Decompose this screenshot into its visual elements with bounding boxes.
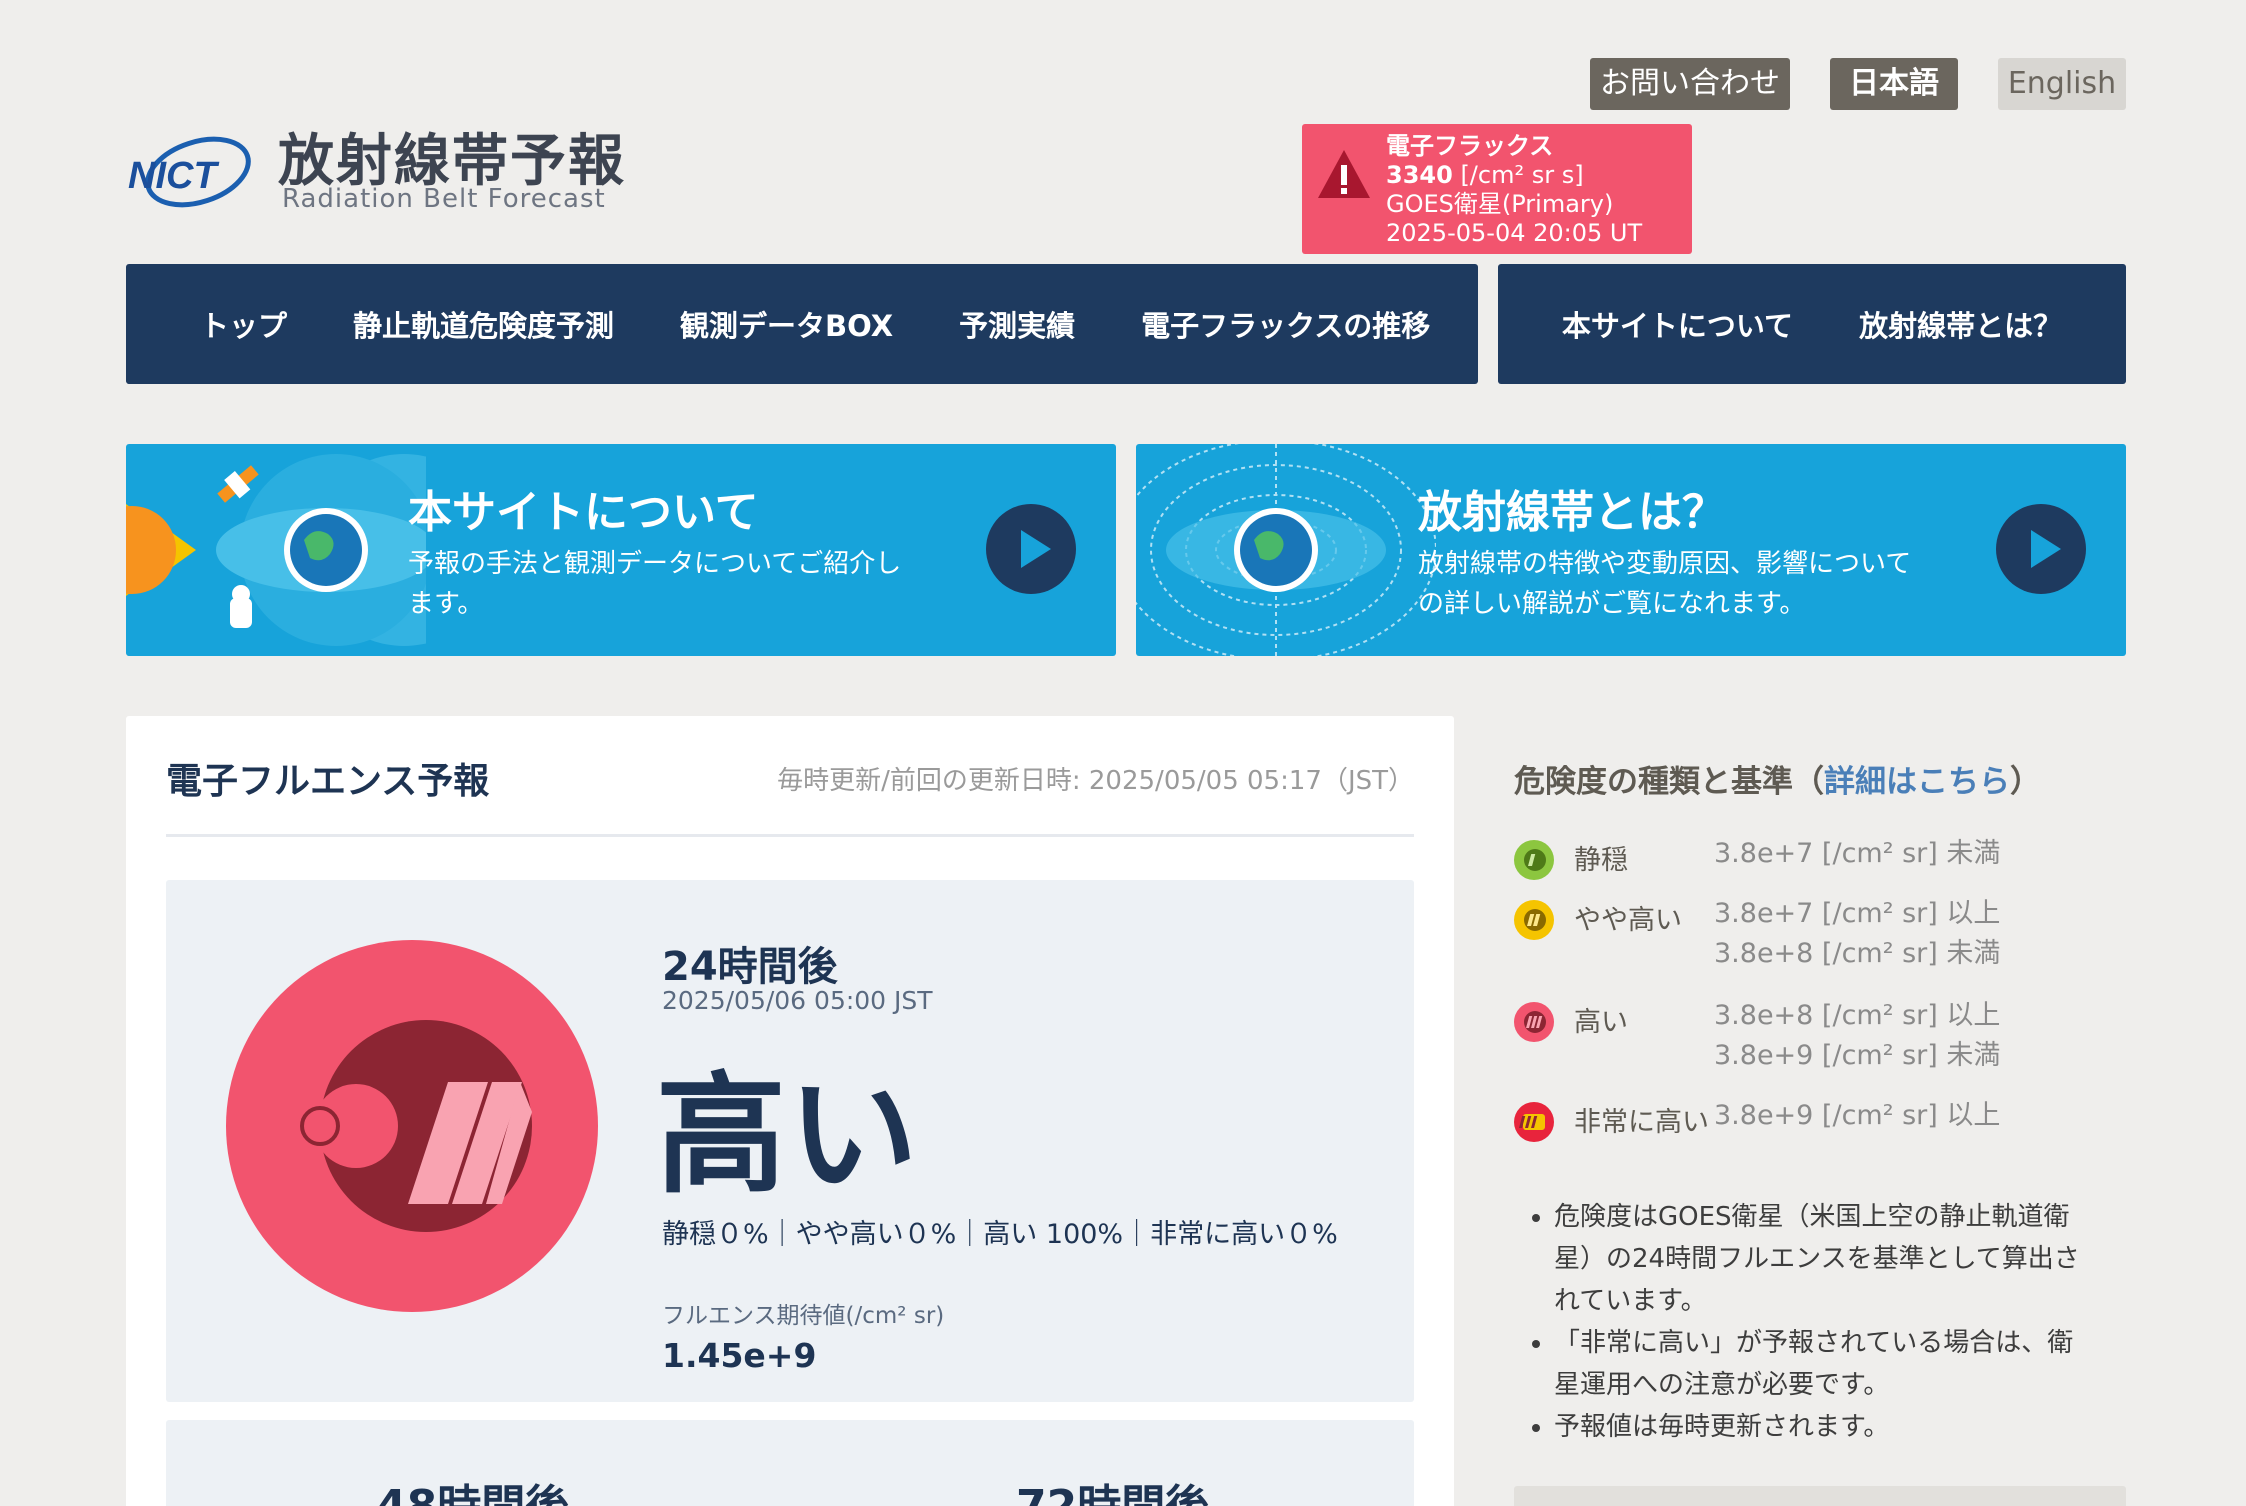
level-name: 静穏 [1574, 845, 1628, 876]
contact-button[interactable]: お問い合わせ [1590, 58, 1790, 110]
divider [166, 834, 1414, 837]
banner-title: 本サイトについて [408, 487, 759, 538]
note-item: 「非常に高い」が予報されている場合は、衛星運用への注意が必要です。 [1554, 1322, 2088, 1406]
legend-title: 危険度の種類と基準（詳細はこちら） [1514, 764, 2041, 800]
alert-unit: [/cm² sr s] [1460, 161, 1584, 189]
level-criteria: 3.8e+9 [/cm² sr] 以上 [1714, 1100, 2001, 1131]
nav-item-results[interactable]: 予測実績 [959, 303, 1075, 345]
lang-ja-button[interactable]: 日本語 [1830, 58, 1958, 110]
nav-item-about[interactable]: 本サイトについて [1562, 303, 1793, 345]
forecast-probabilities: 静穏０%｜やや高い０%｜高い 100%｜非常に高い０% [662, 1219, 1338, 1250]
about-banner[interactable]: 本サイトについて 予報の手法と観測データについてご紹介します。 [126, 444, 1116, 656]
forecast-heading: 24時間後 [662, 944, 838, 990]
level-name: やや高い [1574, 905, 1682, 936]
nav-item-geo-risk[interactable]: 静止軌道危険度予測 [353, 303, 614, 345]
nav-item-data-box[interactable]: 観測データBOX [680, 303, 893, 345]
nict-logo-icon: NICT [128, 136, 251, 208]
note-item: 危険度はGOES衛星（米国上空の静止軌道衛星）の24時間フルエンスを基準として算… [1554, 1196, 2088, 1322]
sun-earth-illustration [126, 454, 426, 646]
magnetosphere-illustration [1136, 444, 1436, 656]
level-criteria: 3.8e+7 [/cm² sr] 以上 3.8e+8 [/cm² sr] 未満 [1714, 898, 2001, 969]
alert-value: 3340 [1386, 161, 1453, 189]
forecast-date: 2025/05/06 05:00 JST [662, 986, 933, 1015]
expected-fluence-label: フルエンス期待値(/cm² sr) [662, 1303, 945, 1329]
level-slightly-high-icon [1514, 900, 1554, 940]
nav-item-what-is[interactable]: 放射線帯とは？ [1859, 303, 2062, 345]
level-criteria: 3.8e+8 [/cm² sr] 以上 3.8e+9 [/cm² sr] 未満 [1714, 1000, 2001, 1071]
note-item: 予報値は毎時更新されます。 [1554, 1406, 2088, 1448]
level-criteria: 3.8e+7 [/cm² sr] 未満 [1714, 838, 2001, 869]
update-time: 毎時更新/前回の更新日時: 2025/05/05 05:17（JST） [777, 766, 1414, 796]
panel-title: 電子フルエンス予報 [166, 761, 490, 802]
level-name: 非常に高い [1574, 1107, 1709, 1138]
details-link[interactable]: 詳細はこちら [1824, 764, 2010, 800]
level-high-icon [1514, 1002, 1554, 1042]
alert-source: GOES衛星(Primary) [1386, 190, 1614, 218]
level-very-high-icon [1514, 1102, 1554, 1142]
forecast-heading-48h: 48時間後 [376, 1470, 569, 1506]
svg-text:NICT: NICT [128, 155, 219, 197]
play-icon[interactable] [1996, 504, 2086, 594]
banner-description: 放射線帯の特徴や変動原因、影響についての詳しい解説がご覧になれます。 [1418, 549, 1912, 619]
banner-title: 放射線帯とは？ [1418, 487, 1726, 538]
forecast-card-24h: 24時間後 2025/05/06 05:00 JST 高い 静穏０%｜やや高い０… [166, 880, 1414, 1402]
nav-item-flux-trend[interactable]: 電子フラックスの推移 [1141, 303, 1430, 345]
warning-icon [1318, 150, 1370, 198]
lang-en-button[interactable]: English [1998, 58, 2126, 110]
banner-description: 予報の手法と観測データについてご紹介します。 [408, 549, 902, 619]
nav-item-top[interactable]: トップ [200, 303, 287, 345]
alert-time: 2025-05-04 20:05 UT [1386, 219, 1643, 247]
forecast-heading-72h: 72時間後 [1016, 1470, 1209, 1506]
what-is-banner[interactable]: 放射線帯とは？ 放射線帯の特徴や変動原因、影響についての詳しい解説がご覧になれま… [1136, 444, 2126, 656]
forecast-card-48-72h: 48時間後 72時間後 [166, 1420, 1414, 1506]
forecast-panel: 電子フルエンス予報 毎時更新/前回の更新日時: 2025/05/05 05:17… [126, 716, 1454, 1506]
forecast-level: 高い [656, 1059, 921, 1211]
play-icon[interactable] [986, 504, 1076, 594]
secondary-nav: 本サイトについて 放射線帯とは？ [1498, 264, 2126, 384]
expected-fluence-value: 1.45e+9 [662, 1336, 817, 1375]
main-nav: トップ 静止軌道危険度予測 観測データBOX 予測実績 電子フラックスの推移 [126, 264, 1478, 384]
level-high-icon [226, 940, 598, 1312]
alert-title: 電子フラックス [1386, 132, 1554, 160]
flux-alert[interactable]: 電子フラックス 3340 [/cm² sr s] GOES衛星(Primary)… [1302, 124, 1692, 254]
site-logo[interactable]: NICT 放射線帯予報 Radiation Belt Forecast [126, 116, 624, 226]
level-calm-icon [1514, 840, 1554, 880]
logo-subtitle: Radiation Belt Forecast [282, 184, 606, 214]
legend-notes: 危険度はGOES衛星（米国上空の静止軌道衛星）の24時間フルエンスを基準として算… [1528, 1196, 2088, 1448]
level-name: 高い [1574, 1007, 1628, 1038]
sidebar-box [1514, 1486, 2126, 1506]
